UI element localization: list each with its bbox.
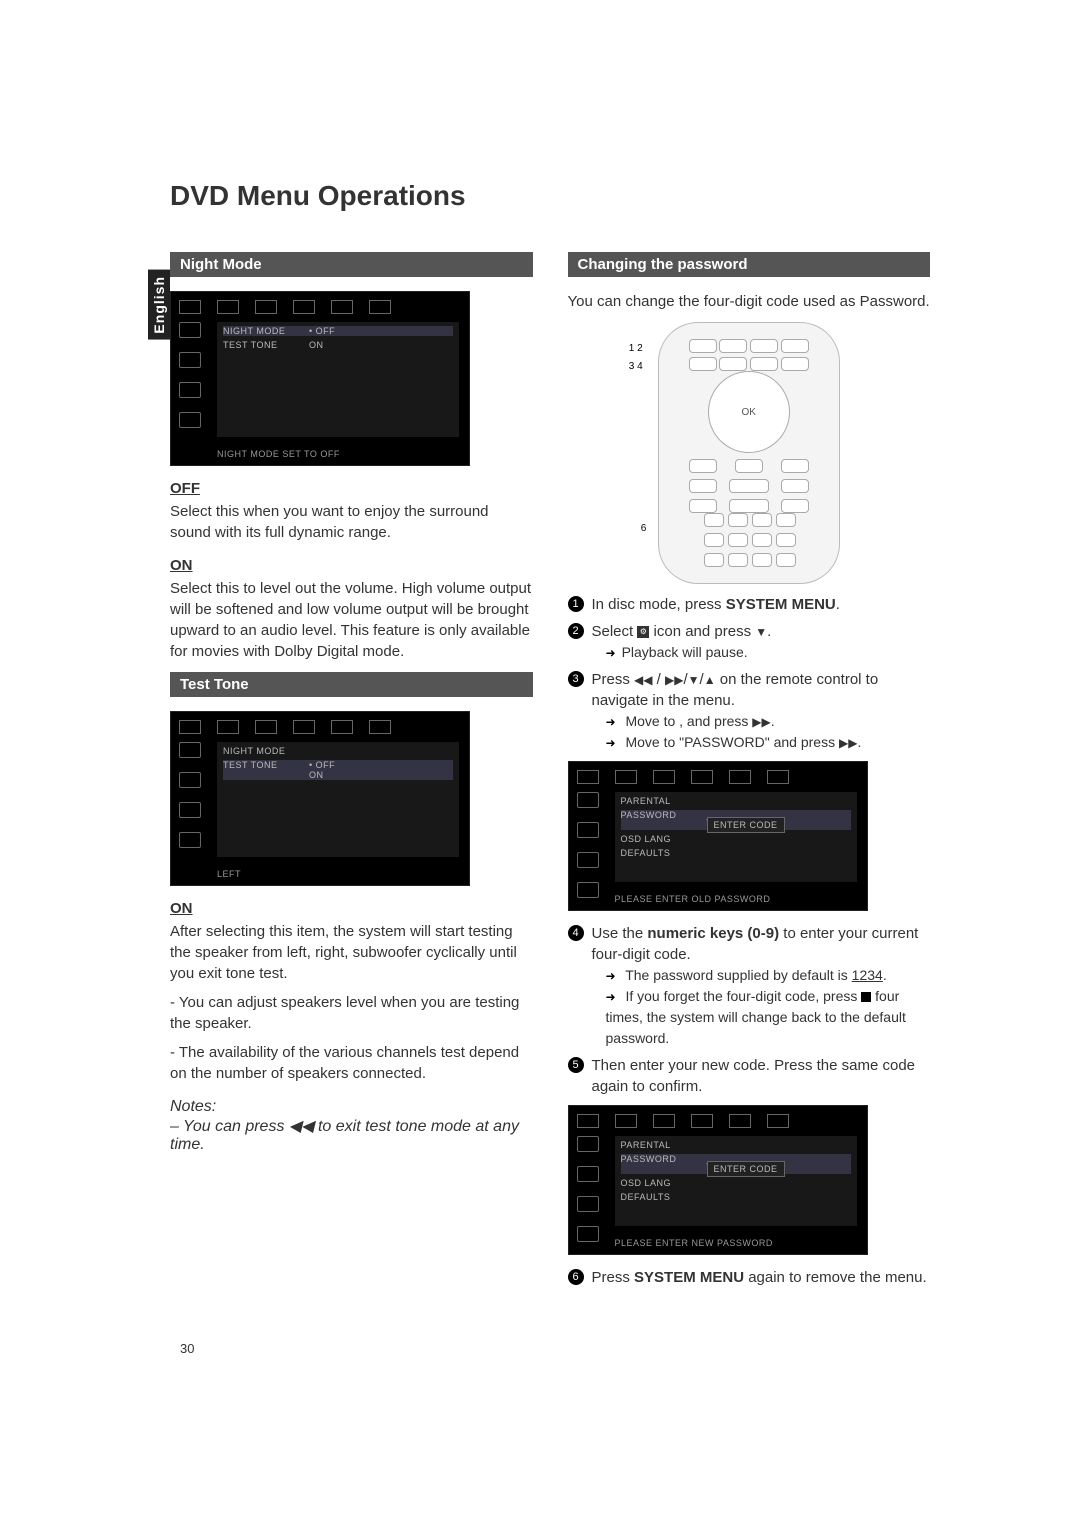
step6: Press SYSTEM MENU again to remove the me… <box>592 1269 927 1286</box>
night-mode-on-heading: ON <box>170 557 533 574</box>
night-mode-off-heading: OFF <box>170 480 533 497</box>
test-tone-on-text1: After selecting this item, the system wi… <box>170 921 533 984</box>
steps-list-3: 6 Press SYSTEM MENU again to remove the … <box>568 1267 931 1288</box>
down-icon <box>755 623 767 640</box>
forward-icon <box>752 713 770 729</box>
left-column: Night Mode NIGHT MODE• OFF TEST TONEON N… <box>170 242 533 1296</box>
step4-sub1: The password supplied by default is 1234… <box>592 965 931 986</box>
test-tone-on-text2: - You can adjust speakers level when you… <box>170 992 533 1034</box>
osd-password-old: PARENTAL PASSWORD_ _ _ _ENTER CODE OSD L… <box>568 761 868 911</box>
osd-night-mode: NIGHT MODE• OFF TEST TONEON NIGHT MODE S… <box>170 291 470 466</box>
step5: Then enter your new code. Press the same… <box>592 1057 916 1095</box>
page-number: 30 <box>180 1341 194 1356</box>
forward-icon <box>665 671 683 688</box>
forward-icon <box>839 734 857 750</box>
test-tone-on-text3: - The availability of the various channe… <box>170 1042 533 1084</box>
step2-sub: Playback will pause. <box>592 642 931 663</box>
down-icon <box>688 671 700 688</box>
step3-sub2: Move to "PASSWORD" and press . <box>592 732 931 753</box>
rewind-icon <box>634 671 652 688</box>
up-icon <box>704 671 716 688</box>
stop-icon <box>861 992 871 1002</box>
step4-sub2: If you forget the four-digit code, press… <box>592 986 931 1049</box>
setup-icon: ⚙ <box>637 626 649 638</box>
step3: Press / // on the remote control to navi… <box>592 671 879 709</box>
callout-3-4: 3 4 <box>629 361 643 372</box>
osd-test-tone: NIGHT MODE TEST TONE• OFFON LEFT <box>170 711 470 886</box>
section-night-mode: Night Mode <box>170 252 533 277</box>
step2: Select ⚙ icon and press . <box>592 623 772 640</box>
page-title: DVD Menu Operations <box>170 180 930 212</box>
section-test-tone: Test Tone <box>170 672 533 697</box>
test-tone-on-heading: ON <box>170 900 533 917</box>
remote-illustration: OK 1 2 3 4 6 <box>658 322 840 584</box>
osd-password-new: PARENTAL PASSWORD_ _ _ _ENTER CODE OSD L… <box>568 1105 868 1255</box>
right-column: Changing the password You can change the… <box>568 242 931 1296</box>
step3-sub1: Move to , and press . <box>592 711 931 732</box>
section-changing-password: Changing the password <box>568 252 931 277</box>
steps-list: 1 In disc mode, press SYSTEM MENU. 2 Sel… <box>568 594 931 753</box>
notes-section: Notes: – You can press ◀◀ to exit test t… <box>170 1098 533 1154</box>
step1: In disc mode, press SYSTEM MENU. <box>592 596 840 613</box>
night-mode-off-text: Select this when you want to enjoy the s… <box>170 501 533 543</box>
callout-6: 6 <box>641 523 647 534</box>
night-mode-on-text: Select this to level out the volume. Hig… <box>170 578 533 662</box>
password-intro: You can change the four-digit code used … <box>568 291 931 312</box>
step4: Use the numeric keys (0-9) to enter your… <box>592 925 919 963</box>
steps-list-2: 4 Use the numeric keys (0-9) to enter yo… <box>568 923 931 1097</box>
callout-1-2: 1 2 <box>629 343 643 354</box>
ok-button-icon: OK <box>708 371 790 453</box>
